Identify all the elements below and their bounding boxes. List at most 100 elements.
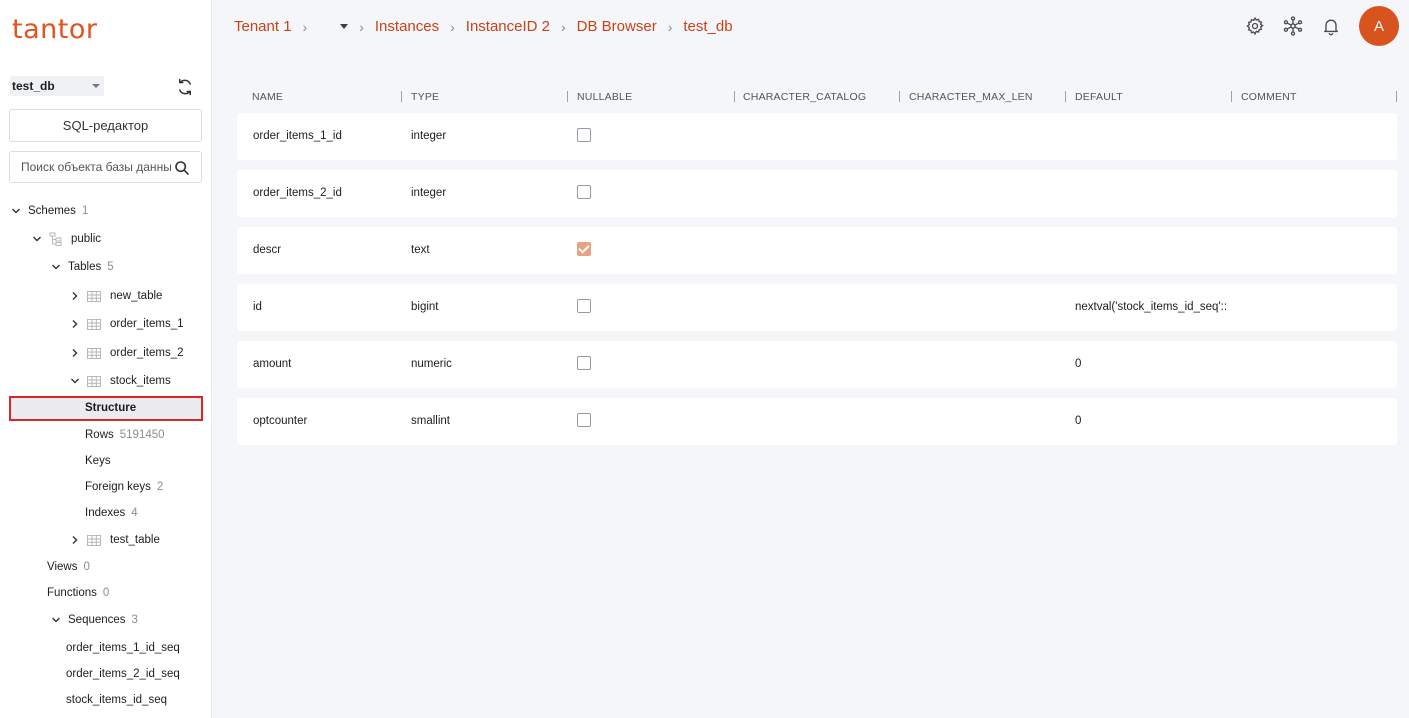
table-row[interactable]: id bigint nextval('stock_items_id_seq':: — [237, 284, 1397, 331]
table-row[interactable]: amount numeric 0 — [237, 341, 1397, 388]
tree-count: 4 — [131, 507, 138, 519]
tree-label: order_items_1 — [110, 318, 184, 330]
tree-node-schemes[interactable]: Schemes 1 — [11, 201, 88, 221]
top-bar: Tenant 1 › › Instances › InstanceID 2 › … — [212, 0, 1409, 56]
tree-node-sequence[interactable]: order_items_2_id_seq — [66, 664, 180, 684]
chevron-down-icon[interactable] — [51, 262, 61, 272]
refresh-icon[interactable] — [176, 78, 194, 96]
cell-type: numeric — [411, 358, 452, 370]
breadcrumb-db-browser[interactable]: DB Browser — [577, 18, 657, 35]
cell-name: descr — [253, 244, 282, 256]
tree-label: Views — [47, 561, 78, 573]
column-divider[interactable] — [1231, 91, 1232, 102]
tree-node-public[interactable]: public — [32, 229, 101, 249]
tree-count: 0 — [102, 587, 110, 599]
chevron-right-icon[interactable] — [70, 535, 80, 545]
tree-node-rows[interactable]: Rows 5191450 — [85, 425, 165, 445]
tree-node-functions[interactable]: Functions 0 — [47, 583, 109, 603]
tree-label: order_items_2_id_seq — [66, 668, 180, 680]
object-search-input[interactable] — [21, 160, 171, 174]
tree-node-indexes[interactable]: Indexes 4 — [85, 503, 138, 523]
bell-icon[interactable] — [1321, 16, 1341, 36]
gear-icon[interactable] — [1245, 16, 1265, 36]
tree-node-order-items-1[interactable]: order_items_1 — [70, 314, 184, 334]
chevron-down-icon[interactable] — [32, 234, 42, 244]
chevron-right-icon: › — [359, 18, 364, 35]
nullable-checkbox-checked[interactable] — [577, 242, 591, 256]
cell-name: amount — [253, 358, 292, 370]
tree-label: Foreign keys — [85, 481, 151, 493]
chevron-right-icon[interactable] — [70, 348, 80, 358]
tree-node-tables[interactable]: Tables 5 — [51, 257, 114, 277]
chevron-down-icon[interactable] — [70, 376, 80, 386]
sql-editor-button[interactable]: SQL-редактор — [9, 109, 202, 142]
tree-node-views[interactable]: Views 0 — [47, 557, 90, 577]
tree-label: order_items_1_id_seq — [66, 642, 180, 654]
database-select-value: test_db — [12, 79, 55, 93]
column-divider[interactable] — [567, 91, 568, 102]
tree-label: Keys — [85, 455, 111, 467]
tantor-logo[interactable]: tantor — [12, 12, 97, 46]
tree-label: public — [71, 233, 102, 245]
nullable-checkbox[interactable] — [577, 413, 591, 427]
nullable-checkbox[interactable] — [577, 299, 591, 313]
breadcrumb-instances[interactable]: Instances — [375, 18, 439, 35]
column-header-character-max-len[interactable]: CHARACTER_MAX_LEN — [909, 91, 1033, 103]
tree-label: Functions — [47, 587, 97, 599]
tree-label: order_items_2 — [110, 347, 184, 359]
tenant-dropdown-icon[interactable] — [340, 24, 349, 29]
tree-node-sequence[interactable]: order_items_1_id_seq — [66, 638, 180, 658]
table-row[interactable]: order_items_1_id integer — [237, 113, 1397, 160]
chevron-right-icon[interactable] — [70, 319, 80, 329]
tree-node-test-table[interactable]: test_table — [70, 530, 160, 550]
tree-node-sequences[interactable]: Sequences 3 — [51, 610, 138, 630]
column-header-default[interactable]: DEFAULT — [1075, 91, 1123, 103]
tree-node-foreign-keys[interactable]: Foreign keys 2 — [85, 477, 163, 497]
column-divider[interactable] — [734, 91, 735, 102]
breadcrumb-tenant[interactable]: Tenant 1 — [234, 18, 292, 35]
tree-node-structure[interactable]: Structure — [9, 396, 203, 421]
tree-node-sequence[interactable]: stock_items_id_seq — [66, 690, 167, 710]
table-row[interactable]: order_items_2_id integer — [237, 170, 1397, 217]
nullable-checkbox[interactable] — [577, 128, 591, 142]
breadcrumb: Tenant 1 › › Instances › InstanceID 2 › … — [234, 18, 733, 35]
tree-node-keys[interactable]: Keys — [85, 451, 111, 471]
column-header-nullable[interactable]: NULLABLE — [577, 91, 632, 103]
table-icon — [87, 318, 101, 330]
user-avatar[interactable]: A — [1359, 6, 1399, 46]
chevron-down-icon[interactable] — [11, 206, 21, 216]
chevron-down-icon[interactable] — [51, 615, 61, 625]
chevron-right-icon: › — [450, 18, 455, 35]
search-icon[interactable] — [174, 160, 190, 176]
nullable-checkbox[interactable] — [577, 185, 591, 199]
column-divider[interactable] — [1065, 91, 1066, 102]
cell-type: text — [411, 244, 430, 256]
column-header-character-catalog[interactable]: CHARACTER_CATALOG — [743, 91, 866, 103]
column-header-name[interactable]: NAME — [252, 91, 283, 103]
breadcrumb-instance[interactable]: InstanceID 2 — [466, 18, 550, 35]
tree-node-stock-items[interactable]: stock_items — [70, 371, 171, 391]
tree-label: Structure — [85, 402, 137, 414]
column-header-type[interactable]: TYPE — [411, 91, 439, 103]
cell-type: integer — [411, 130, 447, 142]
tree-node-new-table[interactable]: new_table — [70, 286, 162, 306]
column-divider[interactable] — [401, 91, 402, 102]
tree-label: stock_items_id_seq — [66, 694, 167, 706]
chevron-right-icon[interactable] — [70, 291, 80, 301]
breadcrumb-database[interactable]: test_db — [683, 18, 732, 35]
cell-name: order_items_2_id — [253, 187, 342, 199]
table-row[interactable]: descr text — [237, 227, 1397, 274]
tree-label: stock_items — [110, 375, 171, 387]
table-row[interactable]: optcounter smallint 0 — [237, 398, 1397, 445]
column-header-comment[interactable]: COMMENT — [1241, 91, 1297, 103]
column-divider[interactable] — [899, 91, 900, 102]
cell-type: smallint — [411, 415, 450, 427]
nullable-checkbox[interactable] — [577, 356, 591, 370]
tree-label: test_table — [110, 534, 160, 546]
network-icon[interactable] — [1283, 16, 1303, 36]
table-icon — [87, 347, 101, 359]
tree-node-order-items-2[interactable]: order_items_2 — [70, 343, 184, 363]
column-divider[interactable] — [1396, 91, 1397, 102]
header-actions: A — [1245, 6, 1409, 46]
database-select[interactable]: test_db — [10, 76, 104, 96]
